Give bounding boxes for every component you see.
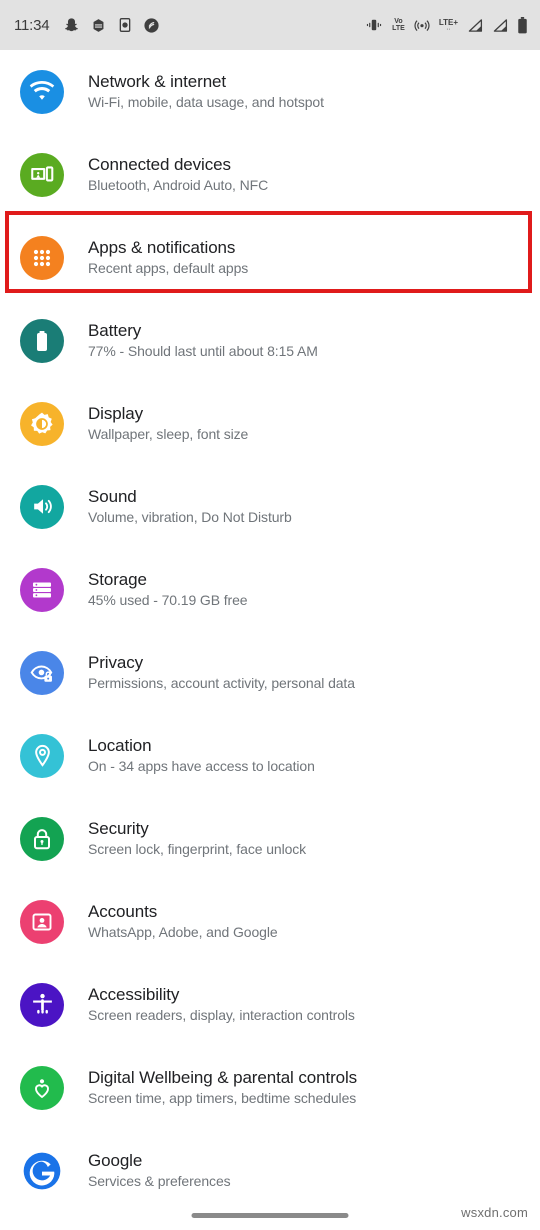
watermark: wsxdn.com	[461, 1205, 528, 1220]
phone-app-icon	[117, 17, 133, 33]
settings-row-text: Accounts WhatsApp, Adobe, and Google	[88, 901, 278, 942]
accessibility-person-icon	[20, 982, 64, 1027]
wifi-icon	[20, 69, 64, 114]
settings-row-display[interactable]: Display Wallpaper, sleep, font size	[0, 382, 540, 465]
settings-row-subtitle: Wallpaper, sleep, font size	[88, 426, 249, 442]
settings-row-title: Privacy	[88, 653, 144, 672]
volte-line1: Vo	[394, 18, 403, 25]
battery-icon	[20, 318, 64, 363]
volume-icon	[20, 484, 64, 529]
settings-row-title: Display	[88, 404, 144, 423]
settings-row-subtitle: 45% used - 70.19 GB free	[88, 592, 248, 608]
settings-list: Network & internet Wi-Fi, mobile, data us…	[0, 50, 540, 1212]
settings-row-connected-devices[interactable]: Connected devices Bluetooth, Android Auto…	[0, 133, 540, 216]
settings-row-storage[interactable]: Storage 45% used - 70.19 GB free	[0, 548, 540, 631]
settings-row-text: Connected devices Bluetooth, Android Auto…	[88, 154, 268, 195]
wellbeing-heart-icon	[20, 1065, 64, 1110]
account-card-icon	[20, 899, 64, 944]
snapchat-icon	[63, 17, 80, 34]
settings-row-google[interactable]: Google Services & preferences	[0, 1129, 540, 1212]
battery-icon	[517, 16, 528, 34]
settings-row-accounts[interactable]: Accounts WhatsApp, Adobe, and Google	[0, 880, 540, 963]
lte-plus-icon: LTE+ ··	[439, 18, 458, 33]
settings-row-title: Accessibility	[88, 985, 180, 1004]
settings-row-subtitle: Screen readers, display, interaction con…	[88, 1007, 355, 1023]
settings-row-title: Security	[88, 819, 149, 838]
settings-row-title: Location	[88, 736, 152, 755]
status-bar-clock: 11:34	[14, 16, 50, 34]
settings-row-privacy[interactable]: Privacy Permissions, account activity, pe…	[0, 631, 540, 714]
settings-row-accessibility[interactable]: Accessibility Screen readers, display, in…	[0, 963, 540, 1046]
settings-row-subtitle: Services & preferences	[88, 1173, 231, 1189]
settings-row-text: Storage 45% used - 70.19 GB free	[88, 569, 248, 610]
settings-row-apps-notifications[interactable]: Apps & notifications Recent apps, default…	[0, 216, 540, 299]
hexagon-app-icon	[90, 17, 107, 34]
settings-row-digital-wellbeing[interactable]: Digital Wellbeing & parental controls Scr…	[0, 1046, 540, 1129]
signal-bars-sim2-icon	[492, 18, 508, 33]
vibrate-icon	[365, 18, 383, 32]
lock-icon	[20, 816, 64, 861]
settings-row-subtitle: Wi-Fi, mobile, data usage, and hotspot	[88, 94, 324, 110]
storage-stack-icon	[20, 567, 64, 612]
settings-row-title: Google	[88, 1151, 143, 1170]
settings-row-title: Apps & notifications	[88, 238, 236, 257]
settings-row-sound[interactable]: Sound Volume, vibration, Do Not Disturb	[0, 465, 540, 548]
settings-row-subtitle: Screen time, app timers, bedtime schedul…	[88, 1090, 357, 1106]
settings-row-text: Privacy Permissions, account activity, pe…	[88, 652, 355, 693]
settings-row-text: Location On - 34 apps have access to loca…	[88, 735, 315, 776]
location-pin-icon	[20, 733, 64, 778]
apps-grid-icon	[20, 235, 64, 280]
settings-row-title: Digital Wellbeing & parental controls	[88, 1068, 358, 1087]
settings-row-subtitle: Screen lock, fingerprint, face unlock	[88, 841, 307, 857]
status-bar-right-group: Vo LTE LTE+ ··	[365, 16, 528, 34]
settings-row-battery[interactable]: Battery 77% - Should last until about 8:1…	[0, 299, 540, 382]
cast-devices-icon	[20, 152, 64, 197]
status-bar: 11:34 Vo LTE LTE+ ··	[0, 0, 540, 50]
settings-row-network-internet[interactable]: Network & internet Wi-Fi, mobile, data us…	[0, 50, 540, 133]
settings-row-subtitle: Bluetooth, Android Auto, NFC	[88, 177, 269, 193]
settings-row-title: Network & internet	[88, 72, 227, 91]
settings-row-subtitle: On - 34 apps have access to location	[88, 758, 315, 774]
google-g-icon	[20, 1149, 64, 1193]
settings-row-text: Sound Volume, vibration, Do Not Disturb	[88, 486, 292, 527]
volte-icon: Vo LTE	[392, 18, 405, 32]
settings-row-text: Apps & notifications Recent apps, default…	[88, 237, 248, 278]
shazam-icon	[143, 17, 160, 34]
settings-row-text: Accessibility Screen readers, display, in…	[88, 984, 355, 1025]
settings-row-subtitle: Volume, vibration, Do Not Disturb	[88, 509, 292, 525]
settings-row-title: Accounts	[88, 902, 158, 921]
settings-row-text: Battery 77% - Should last until about 8:1…	[88, 320, 318, 361]
settings-row-text: Network & internet Wi-Fi, mobile, data us…	[88, 71, 324, 112]
signal-bars-sim1-icon	[467, 18, 483, 33]
hotspot-icon	[414, 17, 430, 33]
status-bar-left-group: 11:34	[14, 17, 160, 34]
settings-row-subtitle: Recent apps, default apps	[88, 260, 249, 276]
settings-row-subtitle: 77% - Should last until about 8:15 AM	[88, 343, 318, 359]
eye-lock-icon	[20, 650, 64, 695]
settings-row-security[interactable]: Security Screen lock, fingerprint, face u…	[0, 797, 540, 880]
settings-row-title: Battery	[88, 321, 142, 340]
volte-line2: LTE	[392, 25, 405, 32]
settings-row-subtitle: Permissions, account activity, personal …	[88, 675, 355, 691]
settings-row-text: Google Services & preferences	[88, 1150, 231, 1191]
settings-row-text: Display Wallpaper, sleep, font size	[88, 403, 248, 444]
settings-row-text: Digital Wellbeing & parental controls Scr…	[88, 1067, 357, 1108]
settings-row-title: Sound	[88, 487, 137, 506]
settings-row-text: Security Screen lock, fingerprint, face u…	[88, 818, 306, 859]
settings-row-subtitle: WhatsApp, Adobe, and Google	[88, 924, 278, 940]
settings-row-title: Connected devices	[88, 155, 231, 174]
settings-row-location[interactable]: Location On - 34 apps have access to loca…	[0, 714, 540, 797]
brightness-icon	[20, 401, 64, 446]
lte-plus-dots: ··	[446, 25, 451, 33]
gesture-nav-handle[interactable]	[191, 1213, 349, 1218]
settings-row-title: Storage	[88, 570, 147, 589]
